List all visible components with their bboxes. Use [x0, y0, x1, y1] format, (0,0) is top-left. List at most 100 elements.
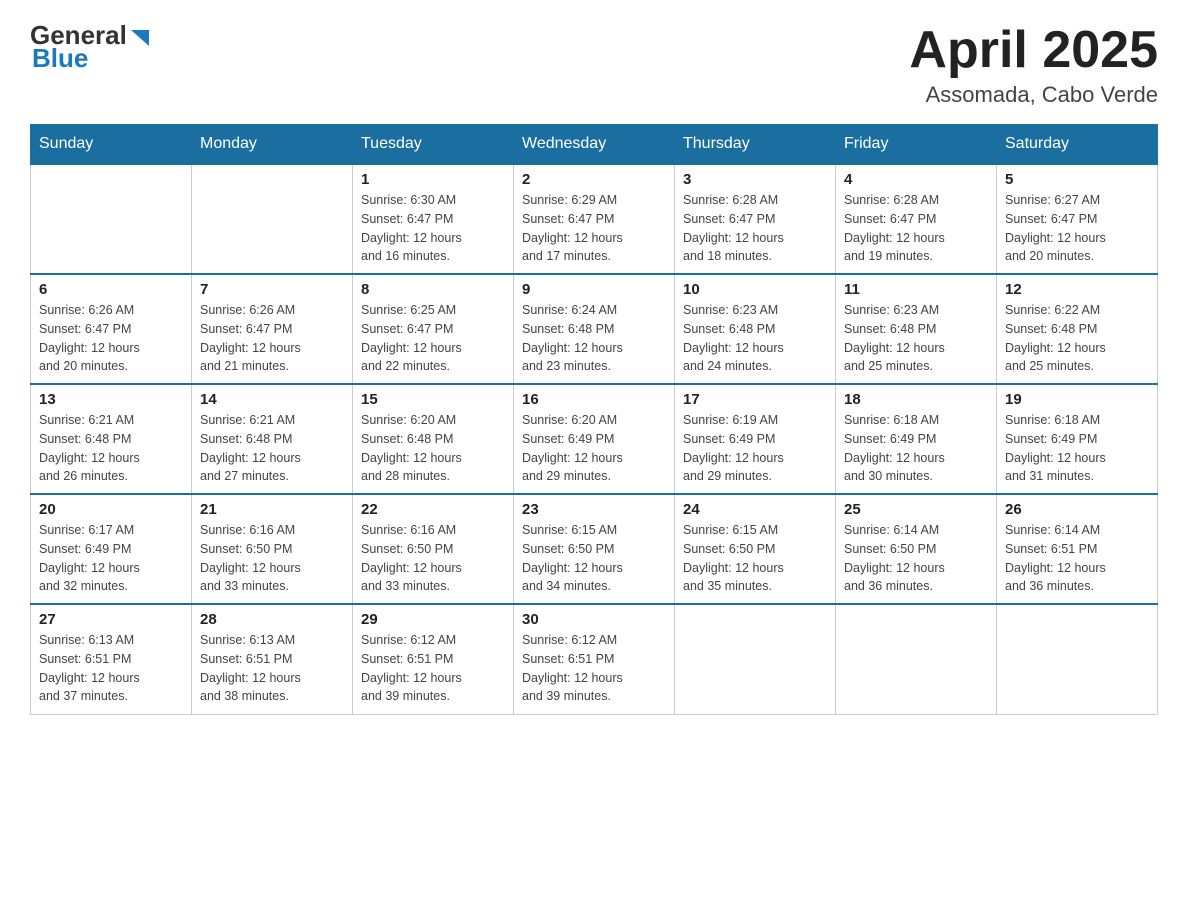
day-number: 15 [361, 391, 505, 408]
calendar-cell: 19Sunrise: 6:18 AM Sunset: 6:49 PM Dayli… [997, 384, 1158, 494]
day-number: 20 [39, 501, 183, 518]
day-number: 26 [1005, 501, 1149, 518]
calendar-cell: 9Sunrise: 6:24 AM Sunset: 6:48 PM Daylig… [514, 274, 675, 384]
day-number: 5 [1005, 171, 1149, 188]
day-info: Sunrise: 6:29 AM Sunset: 6:47 PM Dayligh… [522, 191, 666, 266]
day-info: Sunrise: 6:12 AM Sunset: 6:51 PM Dayligh… [522, 631, 666, 706]
day-number: 24 [683, 501, 827, 518]
day-number: 10 [683, 281, 827, 298]
calendar-cell: 23 Sunrise: 6:15 AM Sunset: 6:50 PM Dayli… [514, 494, 675, 604]
calendar-cell: 24 Sunrise: 6:15 AM Sunset: 6:50 PM Dayli… [675, 494, 836, 604]
day-info: Sunrise: 6:30 AM Sunset: 6:47 PM Dayligh… [361, 191, 505, 266]
page-header: General Blue April 2025 Assomada, Cabo V… [30, 20, 1158, 108]
calendar-cell: 30 Sunrise: 6:12 AM Sunset: 6:51 PM Dayli… [514, 604, 675, 714]
col-friday: Friday [836, 125, 997, 165]
day-number: 13 [39, 391, 183, 408]
col-sunday: Sunday [31, 125, 192, 165]
week-row-4: 20 Sunrise: 6:17 AM Sunset: 6:49 PM Dayli… [31, 494, 1158, 604]
logo-triangle-icon [129, 26, 151, 48]
calendar-cell: 5Sunrise: 6:27 AM Sunset: 6:47 PM Daylig… [997, 164, 1158, 274]
calendar-cell [675, 604, 836, 714]
calendar-cell: 17Sunrise: 6:19 AM Sunset: 6:49 PM Dayli… [675, 384, 836, 494]
calendar-cell: 22 Sunrise: 6:16 AM Sunset: 6:50 PM Dayli… [353, 494, 514, 604]
day-info: Sunrise: 6:23 AM Sunset: 6:48 PM Dayligh… [844, 301, 988, 376]
calendar-cell [997, 604, 1158, 714]
calendar-cell: 6Sunrise: 6:26 AM Sunset: 6:47 PM Daylig… [31, 274, 192, 384]
page-title: April 2025 [909, 20, 1158, 80]
calendar-cell: 15 Sunrise: 6:20 AM Sunset: 6:48 PM Dayli… [353, 384, 514, 494]
day-number: 4 [844, 171, 988, 188]
day-number: 14 [200, 391, 344, 408]
day-info: Sunrise: 6:20 AM Sunset: 6:48 PM Dayligh… [361, 411, 505, 486]
logo: General Blue [30, 20, 151, 74]
day-info: Sunrise: 6:13 AM Sunset: 6:51 PM Dayligh… [200, 631, 344, 706]
day-number: 3 [683, 171, 827, 188]
day-number: 8 [361, 281, 505, 298]
calendar-cell: 11 Sunrise: 6:23 AM Sunset: 6:48 PM Dayli… [836, 274, 997, 384]
day-info: Sunrise: 6:15 AM Sunset: 6:50 PM Dayligh… [522, 521, 666, 596]
calendar-cell: 1 Sunrise: 6:30 AM Sunset: 6:47 PM Daylig… [353, 164, 514, 274]
day-number: 1 [361, 171, 505, 188]
day-info: Sunrise: 6:26 AM Sunset: 6:47 PM Dayligh… [200, 301, 344, 376]
day-number: 12 [1005, 281, 1149, 298]
day-number: 25 [844, 501, 988, 518]
day-info: Sunrise: 6:12 AM Sunset: 6:51 PM Dayligh… [361, 631, 505, 706]
calendar-cell: 3 Sunrise: 6:28 AM Sunset: 6:47 PM Daylig… [675, 164, 836, 274]
day-number: 30 [522, 611, 666, 628]
calendar-cell: 7 Sunrise: 6:26 AM Sunset: 6:47 PM Daylig… [192, 274, 353, 384]
day-info: Sunrise: 6:21 AM Sunset: 6:48 PM Dayligh… [200, 411, 344, 486]
day-number: 9 [522, 281, 666, 298]
day-number: 29 [361, 611, 505, 628]
logo-blue-text: Blue [32, 43, 88, 74]
day-number: 7 [200, 281, 344, 298]
day-info: Sunrise: 6:16 AM Sunset: 6:50 PM Dayligh… [200, 521, 344, 596]
day-info: Sunrise: 6:15 AM Sunset: 6:50 PM Dayligh… [683, 521, 827, 596]
calendar-cell [31, 164, 192, 274]
day-number: 16 [522, 391, 666, 408]
calendar-cell: 13Sunrise: 6:21 AM Sunset: 6:48 PM Dayli… [31, 384, 192, 494]
week-row-1: 1 Sunrise: 6:30 AM Sunset: 6:47 PM Daylig… [31, 164, 1158, 274]
day-info: Sunrise: 6:14 AM Sunset: 6:51 PM Dayligh… [1005, 521, 1149, 596]
day-number: 23 [522, 501, 666, 518]
title-area: April 2025 Assomada, Cabo Verde [909, 20, 1158, 108]
day-info: Sunrise: 6:16 AM Sunset: 6:50 PM Dayligh… [361, 521, 505, 596]
calendar-cell [836, 604, 997, 714]
week-row-5: 27 Sunrise: 6:13 AM Sunset: 6:51 PM Dayli… [31, 604, 1158, 714]
calendar-cell: 2 Sunrise: 6:29 AM Sunset: 6:47 PM Daylig… [514, 164, 675, 274]
day-info: Sunrise: 6:14 AM Sunset: 6:50 PM Dayligh… [844, 521, 988, 596]
day-number: 2 [522, 171, 666, 188]
page-subtitle: Assomada, Cabo Verde [909, 82, 1158, 108]
day-info: Sunrise: 6:23 AM Sunset: 6:48 PM Dayligh… [683, 301, 827, 376]
col-tuesday: Tuesday [353, 125, 514, 165]
day-number: 21 [200, 501, 344, 518]
calendar-cell [192, 164, 353, 274]
calendar-header-row: Sunday Monday Tuesday Wednesday Thursday… [31, 125, 1158, 165]
calendar-cell: 25 Sunrise: 6:14 AM Sunset: 6:50 PM Dayli… [836, 494, 997, 604]
day-number: 28 [200, 611, 344, 628]
calendar-cell: 8 Sunrise: 6:25 AM Sunset: 6:47 PM Daylig… [353, 274, 514, 384]
calendar-cell: 28 Sunrise: 6:13 AM Sunset: 6:51 PM Dayli… [192, 604, 353, 714]
day-number: 11 [844, 281, 988, 298]
calendar-cell: 20 Sunrise: 6:17 AM Sunset: 6:49 PM Dayli… [31, 494, 192, 604]
col-saturday: Saturday [997, 125, 1158, 165]
day-number: 22 [361, 501, 505, 518]
col-wednesday: Wednesday [514, 125, 675, 165]
day-info: Sunrise: 6:18 AM Sunset: 6:49 PM Dayligh… [844, 411, 988, 486]
col-monday: Monday [192, 125, 353, 165]
day-number: 27 [39, 611, 183, 628]
day-info: Sunrise: 6:13 AM Sunset: 6:51 PM Dayligh… [39, 631, 183, 706]
calendar-cell: 10 Sunrise: 6:23 AM Sunset: 6:48 PM Dayli… [675, 274, 836, 384]
calendar-cell: 14 Sunrise: 6:21 AM Sunset: 6:48 PM Dayli… [192, 384, 353, 494]
calendar-cell: 12Sunrise: 6:22 AM Sunset: 6:48 PM Dayli… [997, 274, 1158, 384]
day-info: Sunrise: 6:20 AM Sunset: 6:49 PM Dayligh… [522, 411, 666, 486]
day-info: Sunrise: 6:17 AM Sunset: 6:49 PM Dayligh… [39, 521, 183, 596]
day-info: Sunrise: 6:26 AM Sunset: 6:47 PM Dayligh… [39, 301, 183, 376]
day-info: Sunrise: 6:25 AM Sunset: 6:47 PM Dayligh… [361, 301, 505, 376]
calendar-cell: 16 Sunrise: 6:20 AM Sunset: 6:49 PM Dayli… [514, 384, 675, 494]
calendar-cell: 27 Sunrise: 6:13 AM Sunset: 6:51 PM Dayli… [31, 604, 192, 714]
day-info: Sunrise: 6:28 AM Sunset: 6:47 PM Dayligh… [683, 191, 827, 266]
week-row-3: 13 Sunrise: 6:21 AM Sunset: 6:48 PM Dayli… [31, 384, 1158, 494]
week-row-2: 6Sunrise: 6:26 AM Sunset: 6:47 PM Daylig… [31, 274, 1158, 384]
day-info: Sunrise: 6:19 AM Sunset: 6:49 PM Dayligh… [683, 411, 827, 486]
calendar-cell: 21 Sunrise: 6:16 AM Sunset: 6:50 PM Dayli… [192, 494, 353, 604]
